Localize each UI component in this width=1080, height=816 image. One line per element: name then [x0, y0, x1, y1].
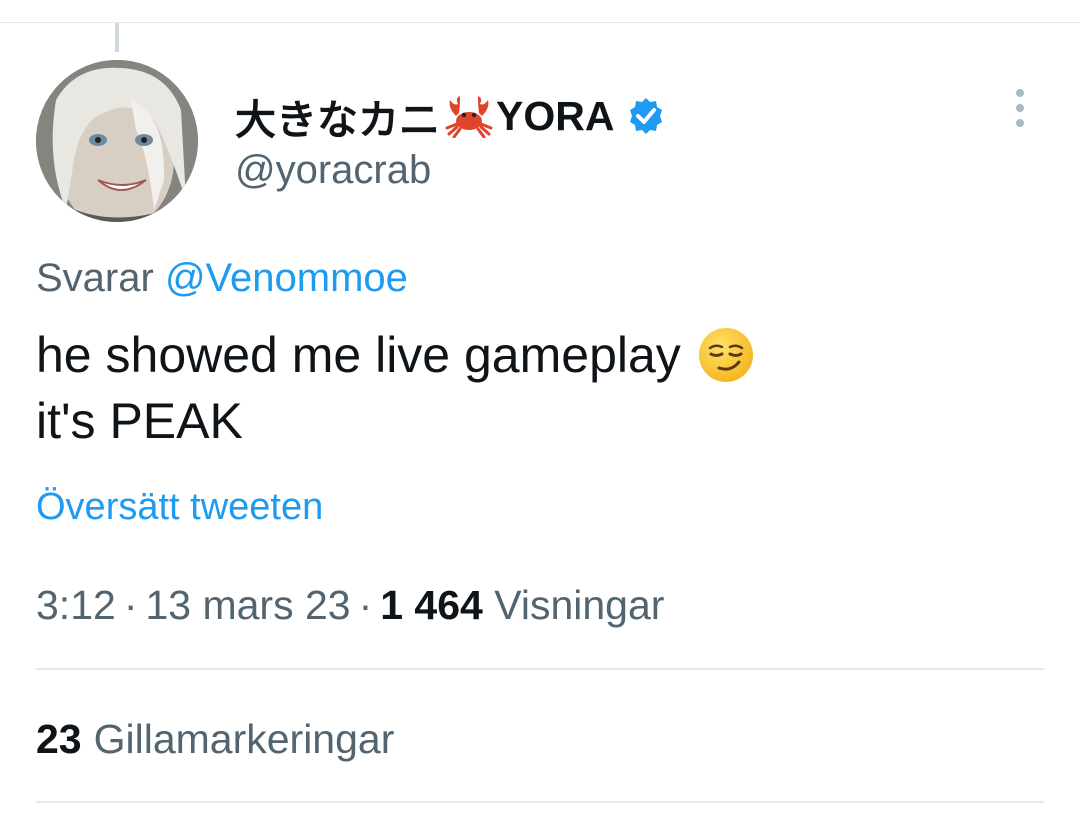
- meta-separator: ·: [123, 582, 138, 628]
- author-name-text: 大きなカニ: [235, 97, 440, 143]
- translate-tweet-link[interactable]: Översätt tweeten: [36, 486, 323, 529]
- smirking-face-icon: [698, 328, 753, 382]
- more-dot: [1016, 104, 1024, 112]
- meta-separator: ·: [358, 582, 373, 628]
- author-handle[interactable]: @yoracrab: [235, 148, 431, 193]
- reply-mention-link[interactable]: @Venommoe: [165, 256, 408, 300]
- reply-prefix: Svarar: [36, 256, 154, 300]
- author-display-name[interactable]: 大きなカニ YORA: [235, 88, 666, 144]
- avatar[interactable]: [36, 60, 198, 222]
- author-name-suffix: YORA: [496, 92, 615, 139]
- divider: [36, 801, 1044, 803]
- tweet-date[interactable]: 13 mars 23: [145, 582, 350, 628]
- crab-icon: [445, 96, 493, 138]
- tweet-meta: 3:12 · 13 mars 23 · 1 464 Visningar: [36, 582, 664, 629]
- more-options-icon[interactable]: [1000, 84, 1040, 132]
- reply-context: Svarar @Venommoe: [36, 256, 408, 301]
- likes-count: 23: [36, 716, 82, 762]
- more-dot: [1016, 119, 1024, 127]
- divider: [36, 668, 1044, 670]
- tweet-text-line-2: it's PEAK: [36, 388, 755, 454]
- likes-label: Gillamarkeringar: [93, 716, 395, 762]
- tweet-text-line-1-text: he showed me live gameplay: [36, 327, 681, 383]
- avatar-image: [36, 60, 198, 222]
- views-count: 1 464: [380, 582, 483, 628]
- tweet-text-line-1: he showed me live gameplay: [36, 322, 755, 388]
- tweet-text-line-2-text: it's PEAK: [36, 393, 243, 449]
- more-dot: [1016, 89, 1024, 97]
- thread-connector-line: [115, 23, 119, 52]
- top-divider: [0, 22, 1080, 23]
- tweet-time[interactable]: 3:12: [36, 582, 116, 628]
- verified-badge-icon[interactable]: [626, 96, 666, 136]
- tweet-text: he showed me live gameplay it's PEAK: [36, 322, 755, 454]
- views-label: Visningar: [494, 582, 665, 628]
- likes-stat[interactable]: 23 Gillamarkeringar: [36, 716, 394, 763]
